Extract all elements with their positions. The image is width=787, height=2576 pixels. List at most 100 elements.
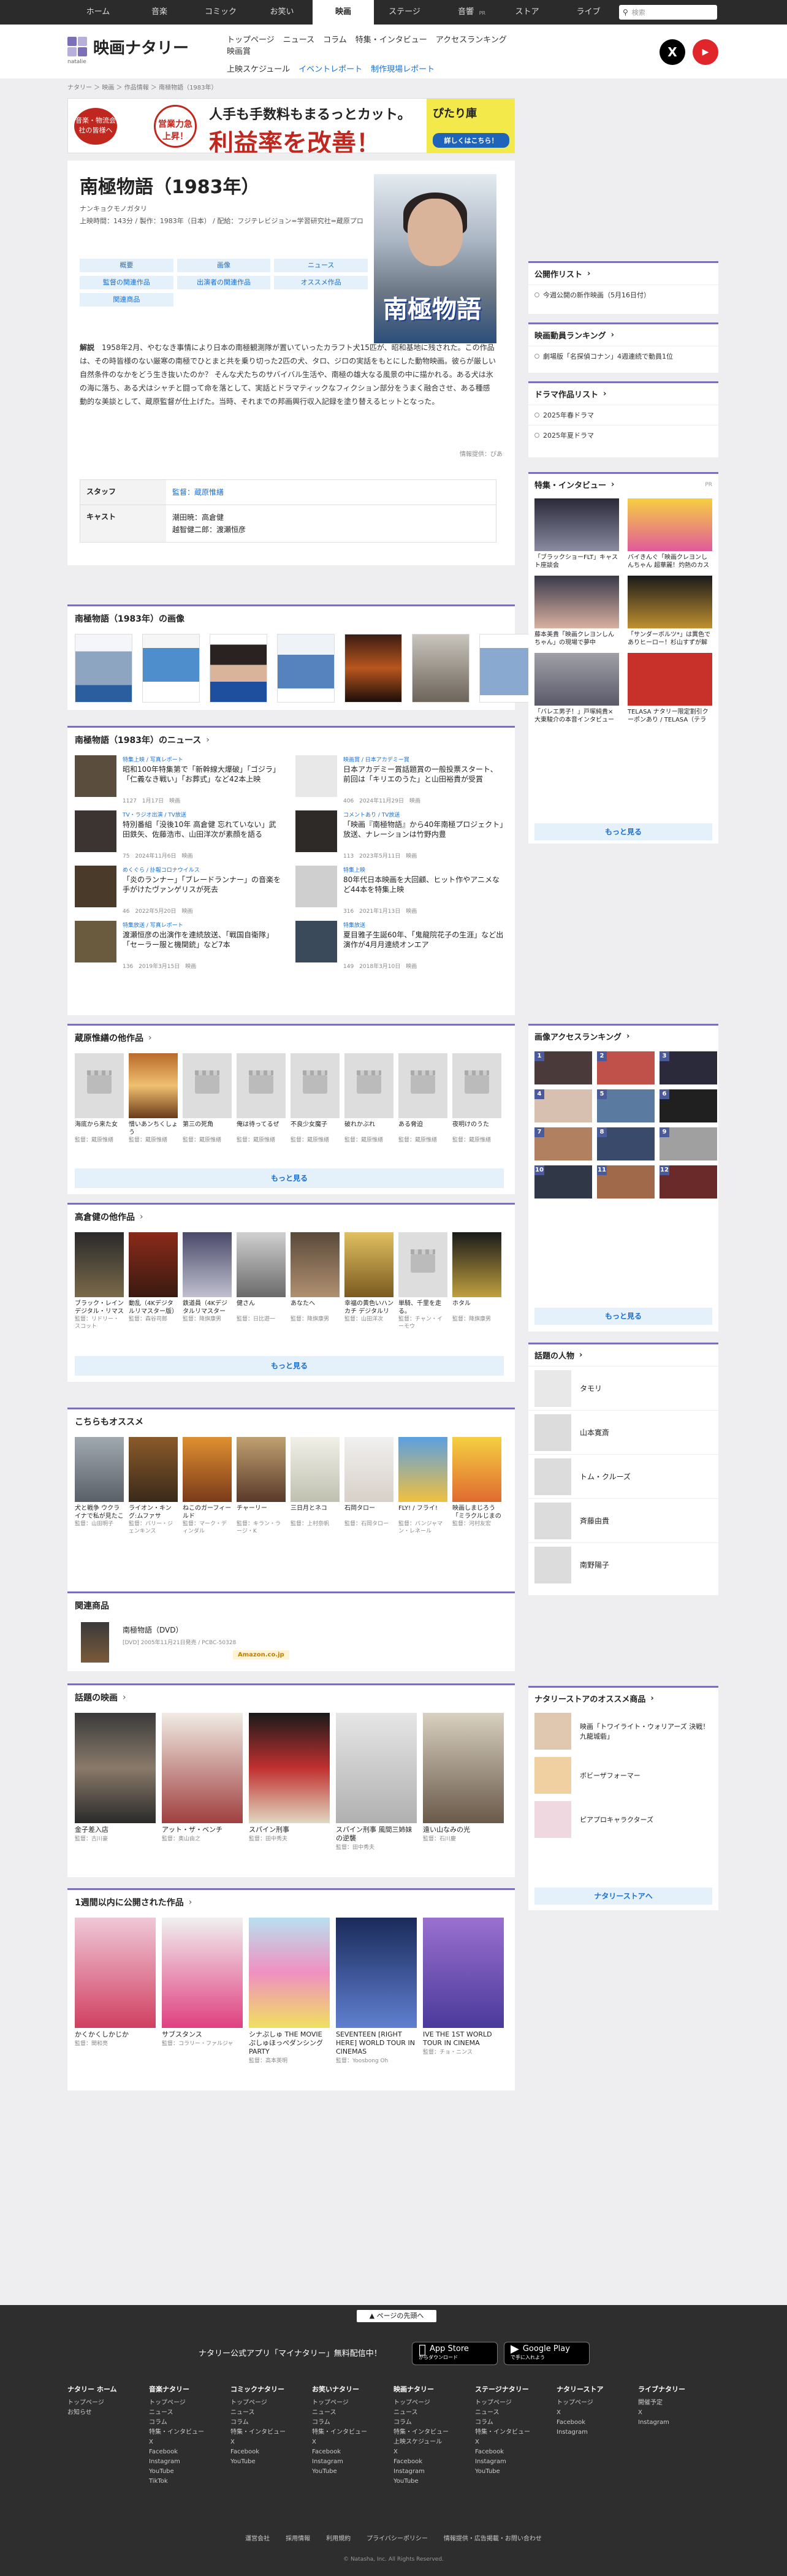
footer-bottom-link[interactable]: 採用情報 bbox=[286, 2533, 310, 2542]
work-item[interactable]: 第三の死角 監督：蔵原惟繕 bbox=[183, 1053, 232, 1144]
tab-6[interactable]: 音響 PR bbox=[435, 0, 496, 25]
work-title[interactable]: 幸福の黄色いハンカチ デジタルリマスター版 bbox=[344, 1300, 394, 1316]
film-title[interactable]: IVE THE 1ST WORLD TOUR IN CINEMA bbox=[423, 2030, 504, 2048]
cast-1[interactable]: 潮田暁：高倉健 bbox=[172, 511, 490, 524]
film-title[interactable]: 金子差入店 bbox=[75, 1826, 156, 1834]
week-films-title[interactable]: 1週間以内に公開された作品 › bbox=[67, 1888, 515, 1913]
search-input[interactable]: ⚲ 検索 bbox=[619, 5, 717, 20]
footer-link[interactable]: トップページ bbox=[67, 2398, 149, 2408]
youtube-icon[interactable]: ▶ bbox=[693, 39, 718, 65]
film-item[interactable]: SEVENTEEN [RIGHT HERE] WORLD TOUR IN CIN… bbox=[336, 1918, 417, 2064]
work-title[interactable]: FLY! / フライ! bbox=[398, 1504, 447, 1520]
work-title[interactable]: ライオン・キング:ムファサ bbox=[129, 1504, 178, 1520]
film-title[interactable]: サブスタンス bbox=[162, 2030, 243, 2039]
work-title[interactable]: 健さん bbox=[237, 1300, 286, 1316]
feature-item[interactable]: バイきんぐ「映画クレヨンしんちゃん 超華麗！灼熱のカスカベダンサーズ」出演裏話 bbox=[628, 498, 712, 571]
news-headline[interactable]: 渡瀬恒彦の出演作を連続放送、「戦国自衛隊」「セーラー服と機関銃」など7本 bbox=[123, 930, 283, 959]
work-item[interactable]: ねこのガーフィールド 監督：マーク・ディンダル bbox=[183, 1437, 232, 1535]
person-item[interactable]: タモリ bbox=[528, 1366, 718, 1410]
film-item[interactable]: サブスタンス 監督：コラリー・ファルジャ bbox=[162, 1918, 243, 2064]
work-item[interactable]: 海底から来た女 監督：蔵原惟繕 bbox=[75, 1053, 124, 1144]
work-title[interactable]: 三日月とネコ bbox=[291, 1504, 340, 1520]
person-name[interactable]: 南野陽子 bbox=[580, 1560, 609, 1570]
subnav-item[interactable]: ニュース bbox=[283, 33, 314, 45]
feature-title[interactable]: 藤本美貴「映画クレヨンしんちゃん」の現場で夢中 bbox=[534, 631, 619, 647]
film-item[interactable]: シナぷしゅ THE MOVIE ぷしゅほっぺダンシングPARTY 監督：高本英明 bbox=[249, 1918, 330, 2064]
footer-link[interactable]: X bbox=[149, 2437, 230, 2447]
tab-2[interactable]: コミック bbox=[190, 0, 251, 25]
footer-link[interactable]: Facebook bbox=[312, 2447, 394, 2457]
footer-link[interactable]: トップページ bbox=[312, 2398, 394, 2408]
work-item[interactable]: チャーリー 監督：キラン・ラージ・K bbox=[237, 1437, 286, 1535]
work-title[interactable]: 映画しまじろう「ミラクルじまの なないろカーネーション」 bbox=[452, 1504, 501, 1520]
footer-link[interactable]: Instagram bbox=[475, 2457, 557, 2467]
film-title[interactable]: 遠い山なみの光 bbox=[423, 1826, 504, 1834]
footer-link[interactable]: X bbox=[557, 2408, 638, 2418]
footer-link[interactable]: X bbox=[394, 2447, 475, 2457]
film-item[interactable]: 金子差入店 監督：古川豪 bbox=[75, 1713, 156, 1851]
footer-link[interactable]: ニュース bbox=[475, 2408, 557, 2418]
feature-item[interactable]: 藤本美貴「映画クレヨンしんちゃん」の現場で夢中 bbox=[534, 576, 619, 648]
work-title[interactable]: 不良少女魔子 bbox=[291, 1121, 340, 1137]
footer-link[interactable]: Facebook bbox=[557, 2418, 638, 2428]
news-item[interactable]: コメントあり / TV放送 「映画『南極物語』から40年南極プロジェクト」放送、ナ… bbox=[295, 810, 504, 859]
app-store-button[interactable]: App Store からダウンロード bbox=[412, 2342, 498, 2365]
boxoffice-item[interactable]: 劇場版「名探偵コナン」4週連続で動員1位 bbox=[528, 346, 718, 366]
footer-link[interactable]: コラム bbox=[394, 2418, 475, 2428]
store-title[interactable]: ナタリーストアのオススメ商品 › bbox=[528, 1688, 718, 1709]
drama-title[interactable]: ドラマ作品リスト › bbox=[528, 383, 718, 405]
rank-item[interactable]: 6 bbox=[660, 1089, 717, 1122]
tab-4[interactable]: 映画 bbox=[313, 0, 374, 25]
subnav-item[interactable]: アクセスランキング bbox=[436, 33, 507, 45]
footer-link[interactable]: ニュース bbox=[230, 2408, 312, 2418]
news-item[interactable]: TV・ラジオ出演 / TV放送 特別番組「没後10年 高倉健 忘れていない」武田鉄… bbox=[75, 810, 283, 859]
work-title[interactable]: ブラック・レイン デジタル・リマスター版 bbox=[75, 1300, 124, 1316]
news-headline[interactable]: 昭和100年特集第で「新幹線大爆破」「ゴジラ」「仁義なき戦い」「お葬式」など42… bbox=[123, 764, 283, 794]
feature-item[interactable]: 「バレエ男子！」戸塚純貴×大東駿介の本音インタビュー bbox=[534, 653, 619, 725]
footer-link[interactable]: 特集・インタビュー bbox=[230, 2428, 312, 2437]
footer-link[interactable]: X bbox=[475, 2437, 557, 2447]
subnav-item[interactable]: 特集・インタビュー bbox=[355, 33, 427, 45]
rank-item[interactable]: 8 bbox=[597, 1127, 655, 1160]
work-title[interactable]: 犬と戦争 ウクライナで私が見たこと bbox=[75, 1504, 124, 1520]
footer-bottom-link[interactable]: 運営会社 bbox=[245, 2533, 270, 2542]
footer-column-head[interactable]: ステージナタリー bbox=[475, 2385, 557, 2395]
tab-5[interactable]: ステージ bbox=[374, 0, 435, 25]
image-thumb[interactable] bbox=[75, 634, 132, 703]
news-item[interactable]: 特集上映 / 写真レポート 昭和100年特集第で「新幹線大爆破」「ゴジラ」「仁義な… bbox=[75, 755, 283, 804]
news-item[interactable]: めくぐら / 訃報コロナウイルス 「炎のランナー」「ブレードランナー」の音楽を手が… bbox=[75, 866, 283, 915]
work-item[interactable]: ライオン・キング:ムファサ 監督：バリー・ジェンキンス bbox=[129, 1437, 178, 1535]
footer-link[interactable]: YouTube bbox=[230, 2457, 312, 2467]
footer-link[interactable]: コラム bbox=[312, 2418, 394, 2428]
people-title[interactable]: 話題の人物 › bbox=[528, 1344, 718, 1366]
store-item[interactable]: 映画「トワイライト・ウォリアーズ 決戦！九龍城砦」 bbox=[528, 1709, 718, 1753]
work-item[interactable]: FLY! / フライ! 監督：バンジャマン・レネール bbox=[398, 1437, 447, 1535]
work-title[interactable]: 夜明けのうた bbox=[452, 1121, 501, 1137]
news-headline[interactable]: 「映画『南極物語』から40年南極プロジェクト」放送、ナレーションは竹野内豊 bbox=[343, 820, 504, 849]
work-item[interactable]: 映画しまじろう「ミラクルじまの なないろカーネーション」監督：河村友宏 bbox=[452, 1437, 501, 1535]
footer-link[interactable]: 特集・インタビュー bbox=[394, 2428, 475, 2437]
footer-link[interactable]: Instagram bbox=[312, 2457, 394, 2467]
work-item[interactable]: ブラック・レイン デジタル・リマスター版監督：リドリー・スコット bbox=[75, 1232, 124, 1330]
feature-item[interactable]: 「ブラックショーFLT」キャスト座談会 bbox=[534, 498, 619, 571]
work-item[interactable]: 石岡タロー 監督：石岡タロー bbox=[344, 1437, 394, 1535]
work-item[interactable]: 幸福の黄色いハンカチ デジタルリマスター版監督：山田洋次 bbox=[344, 1232, 394, 1330]
subnav-item[interactable]: 制作現場レポート bbox=[371, 63, 435, 74]
subnav-item[interactable]: イベントレポート bbox=[298, 63, 362, 74]
store-item-name[interactable]: 映画「トワイライト・ウォリアーズ 決戦！九龍城砦」 bbox=[580, 1721, 712, 1741]
work-title[interactable]: 俺は待ってるぜ bbox=[237, 1121, 286, 1137]
work-item[interactable]: あなたへ 監督：降旗康男 bbox=[291, 1232, 340, 1330]
feature-title[interactable]: 「バレエ男子！」戸塚純貴×大東駿介の本音インタビュー bbox=[534, 708, 619, 724]
work-item[interactable]: 不良少女魔子 監督：蔵原惟繕 bbox=[291, 1053, 340, 1144]
work-item[interactable]: 俺は待ってるぜ 監督：蔵原惟繕 bbox=[237, 1053, 286, 1144]
footer-link[interactable]: トップページ bbox=[557, 2398, 638, 2408]
footer-link[interactable]: コラム bbox=[230, 2418, 312, 2428]
news-item[interactable]: 特集放送 夏目雅子生誕60年、「鬼龍院花子の生涯」など出演作が4月月連続オンエア 1… bbox=[295, 921, 504, 970]
work-item[interactable]: 憎いあンちくしょう 監督：蔵原惟繕 bbox=[129, 1053, 178, 1144]
banner-cta-button[interactable]: 詳しくはこちら！ bbox=[433, 133, 509, 148]
work-title[interactable]: 憎いあンちくしょう bbox=[129, 1121, 178, 1137]
footer-column-head[interactable]: ナタリー ホーム bbox=[67, 2385, 149, 2395]
drama-item[interactable]: 2025年春ドラマ bbox=[528, 405, 718, 425]
store-item[interactable]: ピアプロキャラクターズ bbox=[528, 1797, 718, 1842]
drama-item[interactable]: 2025年夏ドラマ bbox=[528, 425, 718, 445]
